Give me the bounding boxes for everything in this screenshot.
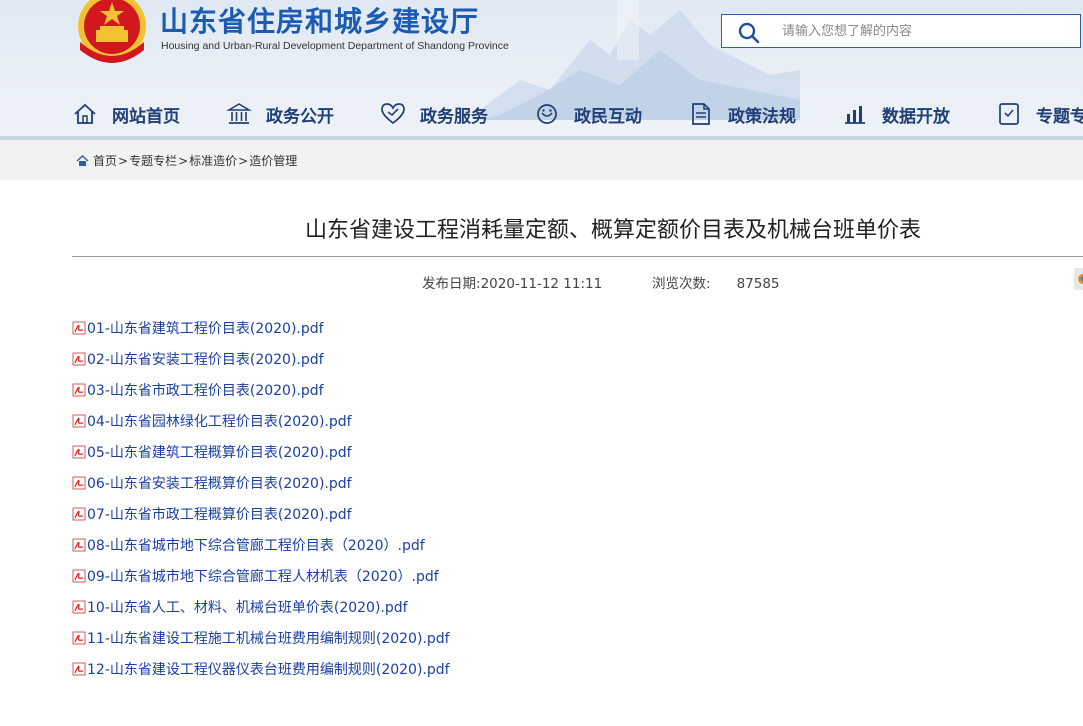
list-item[interactable]: 05-山东省建筑工程概算价目表(2020).pdf: [72, 436, 450, 467]
pdf-icon: [72, 631, 86, 644]
topic-icon: [999, 103, 1019, 125]
pdf-icon: [72, 383, 86, 396]
views-label: 浏览次数:: [652, 276, 711, 292]
breadcrumb-separator: >: [118, 153, 129, 168]
breadcrumb-item-topics[interactable]: 专题专栏: [129, 152, 177, 169]
breadcrumb-bar: 首页 > 专题专栏 > 标准造价 > 造价管理: [0, 140, 1083, 180]
list-item[interactable]: 03-山东省市政工程价目表(2020).pdf: [72, 374, 450, 405]
nav-item-policy[interactable]: 政策法规: [688, 92, 796, 136]
service-heart-icon: [381, 103, 405, 125]
pdf-icon: [72, 352, 86, 365]
nav-item-gov-open[interactable]: 政务公开: [226, 92, 334, 136]
pdf-icon: [72, 569, 86, 582]
site-title: 山东省住房和城乡建设厅: [160, 5, 480, 38]
breadcrumb: 首页 > 专题专栏 > 标准造价 > 造价管理: [76, 152, 297, 169]
search-input[interactable]: [782, 20, 1062, 42]
list-item[interactable]: 04-山东省园林绿化工程价目表(2020).pdf: [72, 405, 450, 436]
list-item[interactable]: 01-山东省建筑工程价目表(2020).pdf: [72, 312, 450, 343]
national-emblem-logo: [78, 0, 146, 63]
nav-item-topic[interactable]: 专题专: [996, 92, 1083, 136]
breadcrumb-item-standard-cost[interactable]: 标准造价: [189, 152, 237, 169]
pdf-icon: [72, 445, 86, 458]
publish-label: 发布日期:: [422, 276, 481, 292]
file-link[interactable]: 10-山东省人工、材料、机械台班单价表(2020).pdf: [87, 597, 408, 617]
publish-date: 发布日期:2020-11-12 11:11: [422, 272, 602, 292]
file-link[interactable]: 02-山东省安装工程价目表(2020).pdf: [87, 349, 324, 369]
list-item[interactable]: 09-山东省城市地下综合管廊工程人材机表（2020）.pdf: [72, 560, 450, 591]
site-header: 山东省住房和城乡建设厅 Housing and Urban-Rural Deve…: [0, 0, 1083, 140]
list-item[interactable]: 10-山东省人工、材料、机械台班单价表(2020).pdf: [72, 591, 450, 622]
views-count-value: 87585: [736, 276, 780, 292]
view-count: 浏览次数: 87585: [652, 272, 780, 292]
bar-chart-icon: [845, 106, 865, 124]
list-item[interactable]: 02-山东省安装工程价目表(2020).pdf: [72, 343, 450, 374]
nav-item-home[interactable]: 网站首页: [72, 92, 180, 136]
pdf-icon: [72, 476, 86, 489]
nav-label: 网站首页: [112, 106, 180, 127]
main-nav: 网站首页 政务公开 政务服务 政民互动 政策法规 数据开放 专题专: [0, 92, 1083, 136]
article-title: 山东省建设工程消耗量定额、概算定额价目表及机械台班单价表: [304, 218, 921, 243]
search-icon[interactable]: [738, 22, 760, 44]
file-link[interactable]: 06-山东省安装工程概算价目表(2020).pdf: [87, 473, 352, 493]
share-icon[interactable]: [1074, 268, 1083, 290]
file-link[interactable]: 07-山东省市政工程概算价目表(2020).pdf: [87, 504, 352, 524]
nav-item-interaction[interactable]: 政民互动: [534, 92, 642, 136]
file-link[interactable]: 05-山东省建筑工程概算价目表(2020).pdf: [87, 442, 352, 462]
nav-label: 政务服务: [420, 106, 488, 127]
nav-item-data-open[interactable]: 数据开放: [842, 92, 950, 136]
list-item[interactable]: 11-山东省建设工程施工机械台班费用编制规则(2020).pdf: [72, 622, 450, 653]
attachment-list: 01-山东省建筑工程价目表(2020).pdf 02-山东省安装工程价目表(20…: [72, 312, 450, 684]
breadcrumb-item-cost-management[interactable]: 造价管理: [249, 152, 297, 169]
list-item[interactable]: 07-山东省市政工程概算价目表(2020).pdf: [72, 498, 450, 529]
nav-label: 数据开放: [882, 106, 950, 127]
government-building-icon: [226, 103, 252, 124]
nav-label: 专题专: [1036, 106, 1083, 127]
file-link[interactable]: 04-山东省园林绿化工程价目表(2020).pdf: [87, 411, 352, 431]
site-subtitle: Housing and Urban-Rural Development Depa…: [161, 40, 509, 52]
list-item[interactable]: 06-山东省安装工程概算价目表(2020).pdf: [72, 467, 450, 498]
home-icon: [74, 103, 96, 124]
file-link[interactable]: 08-山东省城市地下综合管廊工程价目表（2020）.pdf: [87, 535, 425, 555]
publish-date-value: 2020-11-12 11:11: [480, 276, 603, 292]
breadcrumb-separator: >: [238, 153, 249, 168]
pdf-icon: [72, 600, 86, 613]
file-link[interactable]: 11-山东省建设工程施工机械台班费用编制规则(2020).pdf: [87, 628, 450, 648]
pdf-icon: [72, 662, 86, 675]
interaction-icon: [537, 104, 557, 124]
pdf-icon: [72, 321, 86, 334]
nav-label: 政策法规: [728, 106, 796, 127]
pdf-icon: [72, 507, 86, 520]
file-link[interactable]: 12-山东省建设工程仪器仪表台班费用编制规则(2020).pdf: [87, 659, 450, 679]
list-item[interactable]: 12-山东省建设工程仪器仪表台班费用编制规则(2020).pdf: [72, 653, 450, 684]
file-link[interactable]: 01-山东省建筑工程价目表(2020).pdf: [87, 318, 324, 338]
list-item[interactable]: 08-山东省城市地下综合管廊工程价目表（2020）.pdf: [72, 529, 450, 560]
file-link[interactable]: 09-山东省城市地下综合管廊工程人材机表（2020）.pdf: [87, 566, 439, 586]
pdf-icon: [72, 538, 86, 551]
document-icon: [692, 103, 710, 125]
nav-label: 政民互动: [574, 106, 642, 127]
home-icon: [76, 154, 89, 166]
nav-item-gov-service[interactable]: 政务服务: [380, 92, 488, 136]
breadcrumb-separator: >: [178, 153, 189, 168]
pdf-icon: [72, 414, 86, 427]
nav-label: 政务公开: [266, 106, 334, 127]
breadcrumb-item-home[interactable]: 首页: [93, 152, 117, 169]
title-divider: [72, 256, 1083, 257]
file-link[interactable]: 03-山东省市政工程价目表(2020).pdf: [87, 380, 324, 400]
search-box[interactable]: [721, 14, 1081, 48]
